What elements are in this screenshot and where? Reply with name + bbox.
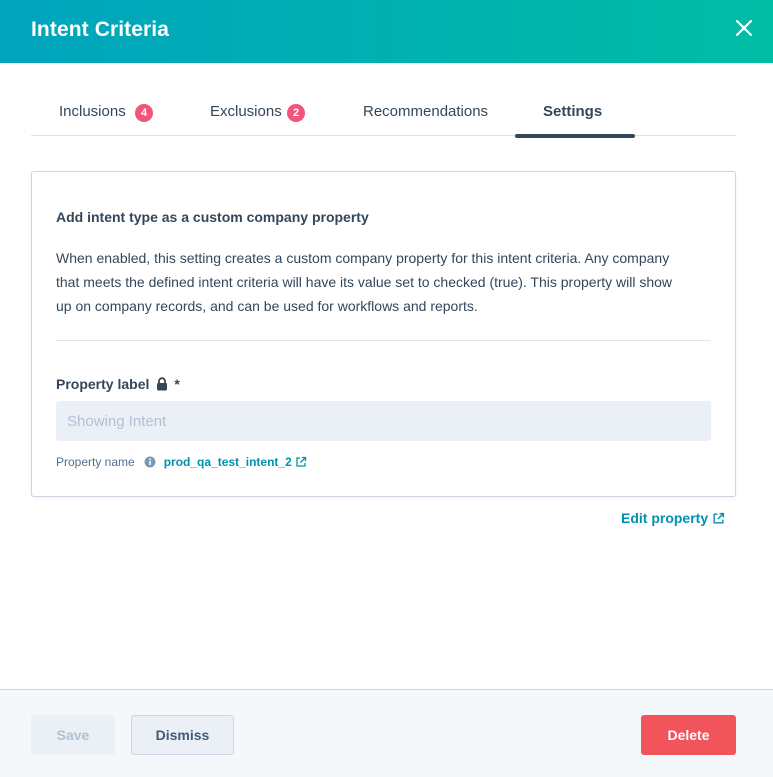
property-name-label: Property name [56, 455, 135, 469]
lock-icon [157, 377, 168, 391]
tab-exclusions[interactable]: Exclusions 2 [183, 86, 333, 136]
property-label-heading: Property label * [56, 376, 180, 392]
save-button[interactable]: Save [31, 715, 115, 755]
divider [56, 340, 711, 341]
tab-recommendations[interactable]: Recommendations [336, 86, 516, 136]
external-link-icon [296, 456, 306, 467]
close-icon [735, 19, 753, 37]
settings-card: Add intent type as a custom company prop… [31, 171, 736, 497]
tab-settings[interactable]: Settings [515, 86, 635, 138]
dismiss-button[interactable]: Dismiss [131, 715, 234, 755]
property-label-text: Property label [56, 376, 150, 392]
tab-label: Exclusions [210, 103, 282, 120]
required-marker: * [174, 376, 180, 392]
active-tab-indicator [515, 134, 635, 138]
property-label-input[interactable] [56, 401, 711, 441]
property-name-value: prod_qa_test_intent_2 [163, 455, 292, 469]
close-button[interactable] [731, 15, 757, 41]
tab-bar: Inclusions 4 Exclusions 2 Recommendation… [31, 86, 736, 138]
delete-button[interactable]: Delete [641, 715, 736, 755]
dialog-title: Intent Criteria [31, 18, 170, 41]
count-badge: 2 [287, 104, 305, 122]
dialog-footer: Save Dismiss Delete [0, 689, 773, 777]
info-icon [144, 456, 156, 468]
property-name-row: Property name prod_qa_test_intent_2 [56, 455, 307, 469]
count-badge: 4 [135, 104, 153, 122]
tab-label: Settings [543, 103, 603, 120]
external-link-icon [713, 512, 725, 524]
edit-property-link[interactable]: Edit property [621, 510, 725, 526]
edit-property-label: Edit property [621, 510, 709, 526]
settings-title: Add intent type as a custom company prop… [56, 209, 369, 225]
tab-label: Inclusions [59, 103, 126, 120]
property-name-link[interactable]: prod_qa_test_intent_2 [164, 455, 307, 469]
dialog-header: Intent Criteria [0, 0, 773, 63]
tab-label: Recommendations [363, 103, 489, 120]
tab-inclusions[interactable]: Inclusions 4 [31, 86, 181, 136]
settings-description: When enabled, this setting creates a cus… [56, 250, 673, 314]
